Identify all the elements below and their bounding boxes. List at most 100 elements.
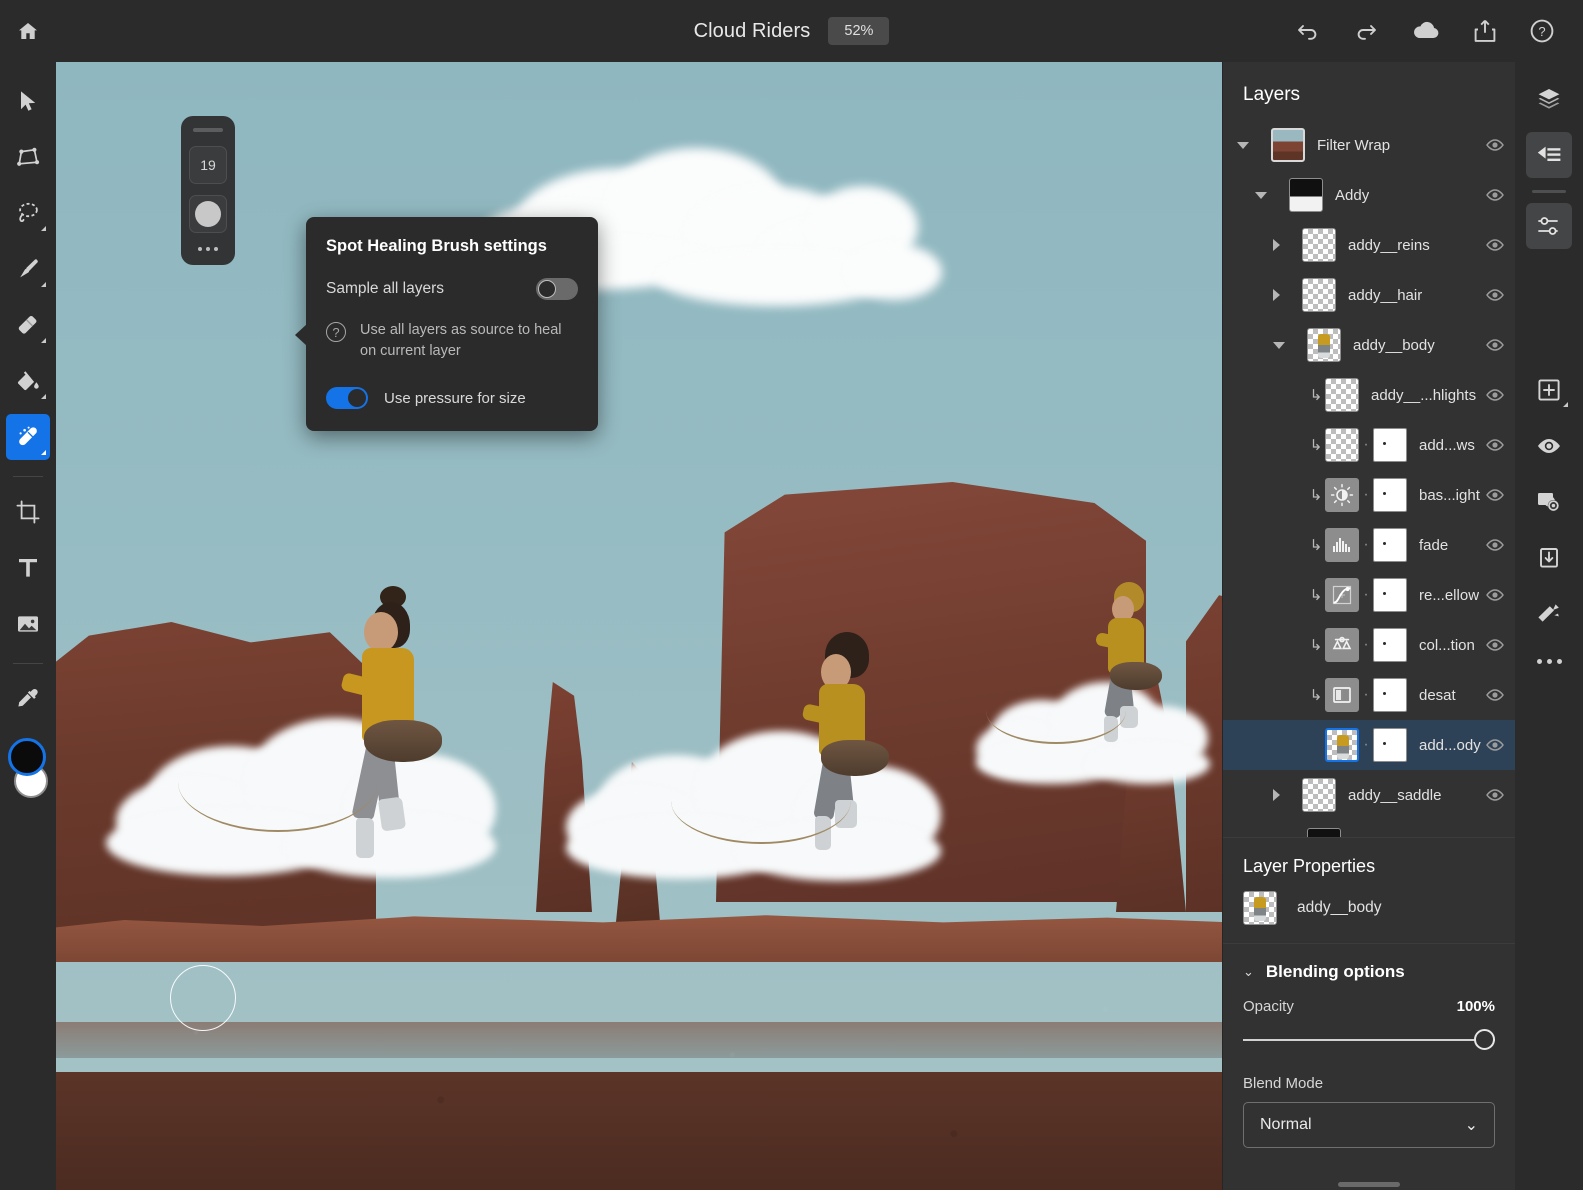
undo-icon[interactable] xyxy=(1295,18,1321,44)
layer-list-scrollbar[interactable] xyxy=(1338,1182,1400,1187)
curves-icon[interactable] xyxy=(1325,578,1359,612)
spot-healing-brush-tool[interactable] xyxy=(6,414,50,460)
crop-tool[interactable] xyxy=(6,489,50,535)
levels-icon[interactable] xyxy=(1325,528,1359,562)
layer-row[interactable]: ↳ addy__...hlights xyxy=(1223,370,1515,420)
layer-row[interactable]: ↳ · re...ellow xyxy=(1223,570,1515,620)
visibility-eye-icon[interactable] xyxy=(1526,423,1572,469)
layer-row[interactable]: addy__body xyxy=(1223,320,1515,370)
cloud-icon[interactable] xyxy=(1411,18,1441,44)
layer-row[interactable]: addy__reins xyxy=(1223,220,1515,270)
layer-mask-thumbnail[interactable] xyxy=(1373,678,1407,712)
redo-icon[interactable] xyxy=(1353,18,1379,44)
layer-row[interactable]: addy__hair xyxy=(1223,270,1515,320)
home-button[interactable] xyxy=(0,0,56,62)
blending-options-header[interactable]: ⌄ Blending options xyxy=(1223,944,1515,998)
layer-expand-caret[interactable] xyxy=(1237,141,1249,149)
zoom-level-chip[interactable]: 52% xyxy=(828,17,890,45)
brush-tool[interactable] xyxy=(6,246,50,292)
layer-thumbnail[interactable] xyxy=(1325,428,1359,462)
layer-visibility-toggle[interactable] xyxy=(1485,786,1505,804)
more-options-icon[interactable] xyxy=(1536,659,1562,664)
layer-visibility-toggle[interactable] xyxy=(1485,386,1505,404)
slider-knob[interactable] xyxy=(1474,1029,1495,1050)
layer-thumbnail[interactable] xyxy=(1307,328,1341,362)
layer-visibility-toggle[interactable] xyxy=(1485,136,1505,154)
layer-visibility-toggle[interactable] xyxy=(1485,736,1505,754)
brush-size-input[interactable]: 19 xyxy=(189,146,227,184)
layer-visibility-toggle[interactable] xyxy=(1485,286,1505,304)
layer-expand-caret[interactable] xyxy=(1273,341,1285,349)
balance-icon[interactable] xyxy=(1325,628,1359,662)
layer-thumbnail[interactable] xyxy=(1325,378,1359,412)
layer-row[interactable]: ↳ · desat xyxy=(1223,670,1515,720)
layer-thumbnail[interactable] xyxy=(1289,178,1323,212)
layer-expand-caret[interactable] xyxy=(1273,239,1280,251)
layer-thumbnail[interactable] xyxy=(1302,778,1336,812)
layer-visibility-toggle[interactable] xyxy=(1485,636,1505,654)
layer-row[interactable]: Addy xyxy=(1223,170,1515,220)
eyedropper-tool[interactable] xyxy=(6,676,50,722)
use-pressure-for-size-toggle[interactable] xyxy=(326,387,368,410)
layer-properties-icon[interactable] xyxy=(1526,132,1572,178)
layer-mask-thumbnail[interactable] xyxy=(1373,628,1407,662)
mask-icon[interactable] xyxy=(1526,479,1572,525)
layer-expand-caret[interactable] xyxy=(1273,789,1280,801)
layer-list[interactable]: Filter Wrap Addy addy__reins addy__hair addy… xyxy=(1223,120,1515,837)
layer-row[interactable]: Filter Wrap xyxy=(1223,120,1515,170)
brightness-icon[interactable] xyxy=(1325,478,1359,512)
text-tool[interactable] xyxy=(6,545,50,591)
blend-mode-select[interactable]: Normal ⌄ xyxy=(1243,1102,1495,1148)
layer-thumbnail[interactable] xyxy=(1325,728,1359,762)
layer-visibility-toggle[interactable] xyxy=(1485,236,1505,254)
saturation-icon[interactable] xyxy=(1325,678,1359,712)
place-image-tool[interactable] xyxy=(6,601,50,647)
layer-mask-thumbnail[interactable] xyxy=(1373,478,1407,512)
layer-row[interactable]: ↳ · fade xyxy=(1223,520,1515,570)
canvas-area[interactable]: 19 Spot Healing Brush settings Sample al… xyxy=(56,62,1222,1190)
layer-expand-caret[interactable] xyxy=(1273,289,1280,301)
layer-visibility-toggle[interactable] xyxy=(1485,486,1505,504)
layer-visibility-toggle[interactable] xyxy=(1485,186,1505,204)
share-icon[interactable] xyxy=(1473,18,1497,44)
layer-visibility-toggle[interactable] xyxy=(1485,436,1505,454)
foreground-color-swatch[interactable] xyxy=(8,738,46,776)
lasso-select-tool[interactable] xyxy=(6,190,50,236)
layer-visibility-toggle[interactable] xyxy=(1485,836,1505,837)
layer-row[interactable]: ↳ · bas...ight xyxy=(1223,470,1515,520)
adjustments-icon[interactable] xyxy=(1526,203,1572,249)
layer-row[interactable]: ↳ · col...tion xyxy=(1223,620,1515,670)
brush-preview-button[interactable] xyxy=(189,195,227,233)
merge-down-icon[interactable] xyxy=(1526,535,1572,581)
layer-row[interactable]: · add...ody xyxy=(1223,720,1515,770)
fill-tool[interactable] xyxy=(6,358,50,404)
layer-expand-caret[interactable] xyxy=(1255,191,1267,199)
brush-more-options-button[interactable] xyxy=(198,247,218,251)
sample-all-layers-toggle[interactable] xyxy=(536,278,578,300)
opacity-slider[interactable] xyxy=(1243,1029,1495,1051)
layer-visibility-toggle[interactable] xyxy=(1485,536,1505,554)
layer-mask-thumbnail[interactable] xyxy=(1373,428,1407,462)
layer-thumbnail[interactable] xyxy=(1302,278,1336,312)
layer-row[interactable]: ↳ · add...ws xyxy=(1223,420,1515,470)
layer-mask-thumbnail[interactable] xyxy=(1373,528,1407,562)
layer-mask-thumbnail[interactable] xyxy=(1373,578,1407,612)
layer-visibility-toggle[interactable] xyxy=(1485,586,1505,604)
layer-mask-thumbnail[interactable] xyxy=(1373,728,1407,762)
layer-thumbnail[interactable] xyxy=(1302,228,1336,262)
transform-tool[interactable] xyxy=(6,134,50,180)
panel-drag-handle[interactable] xyxy=(193,128,223,132)
layer-row[interactable]: addy__cloud xyxy=(1223,820,1515,837)
layers-stack-icon[interactable] xyxy=(1526,76,1572,122)
color-swatches[interactable] xyxy=(6,738,50,802)
layer-visibility-toggle[interactable] xyxy=(1485,686,1505,704)
move-tool[interactable] xyxy=(6,78,50,124)
layer-row[interactable]: addy__saddle xyxy=(1223,770,1515,820)
quick-actions-icon[interactable] xyxy=(1526,591,1572,637)
layer-thumbnail[interactable] xyxy=(1307,828,1341,837)
help-icon[interactable]: ? xyxy=(1529,18,1555,44)
add-layer-icon[interactable] xyxy=(1526,367,1572,413)
brush-options-panel[interactable]: 19 xyxy=(181,116,235,265)
eraser-tool[interactable] xyxy=(6,302,50,348)
layer-thumbnail[interactable] xyxy=(1271,128,1305,162)
